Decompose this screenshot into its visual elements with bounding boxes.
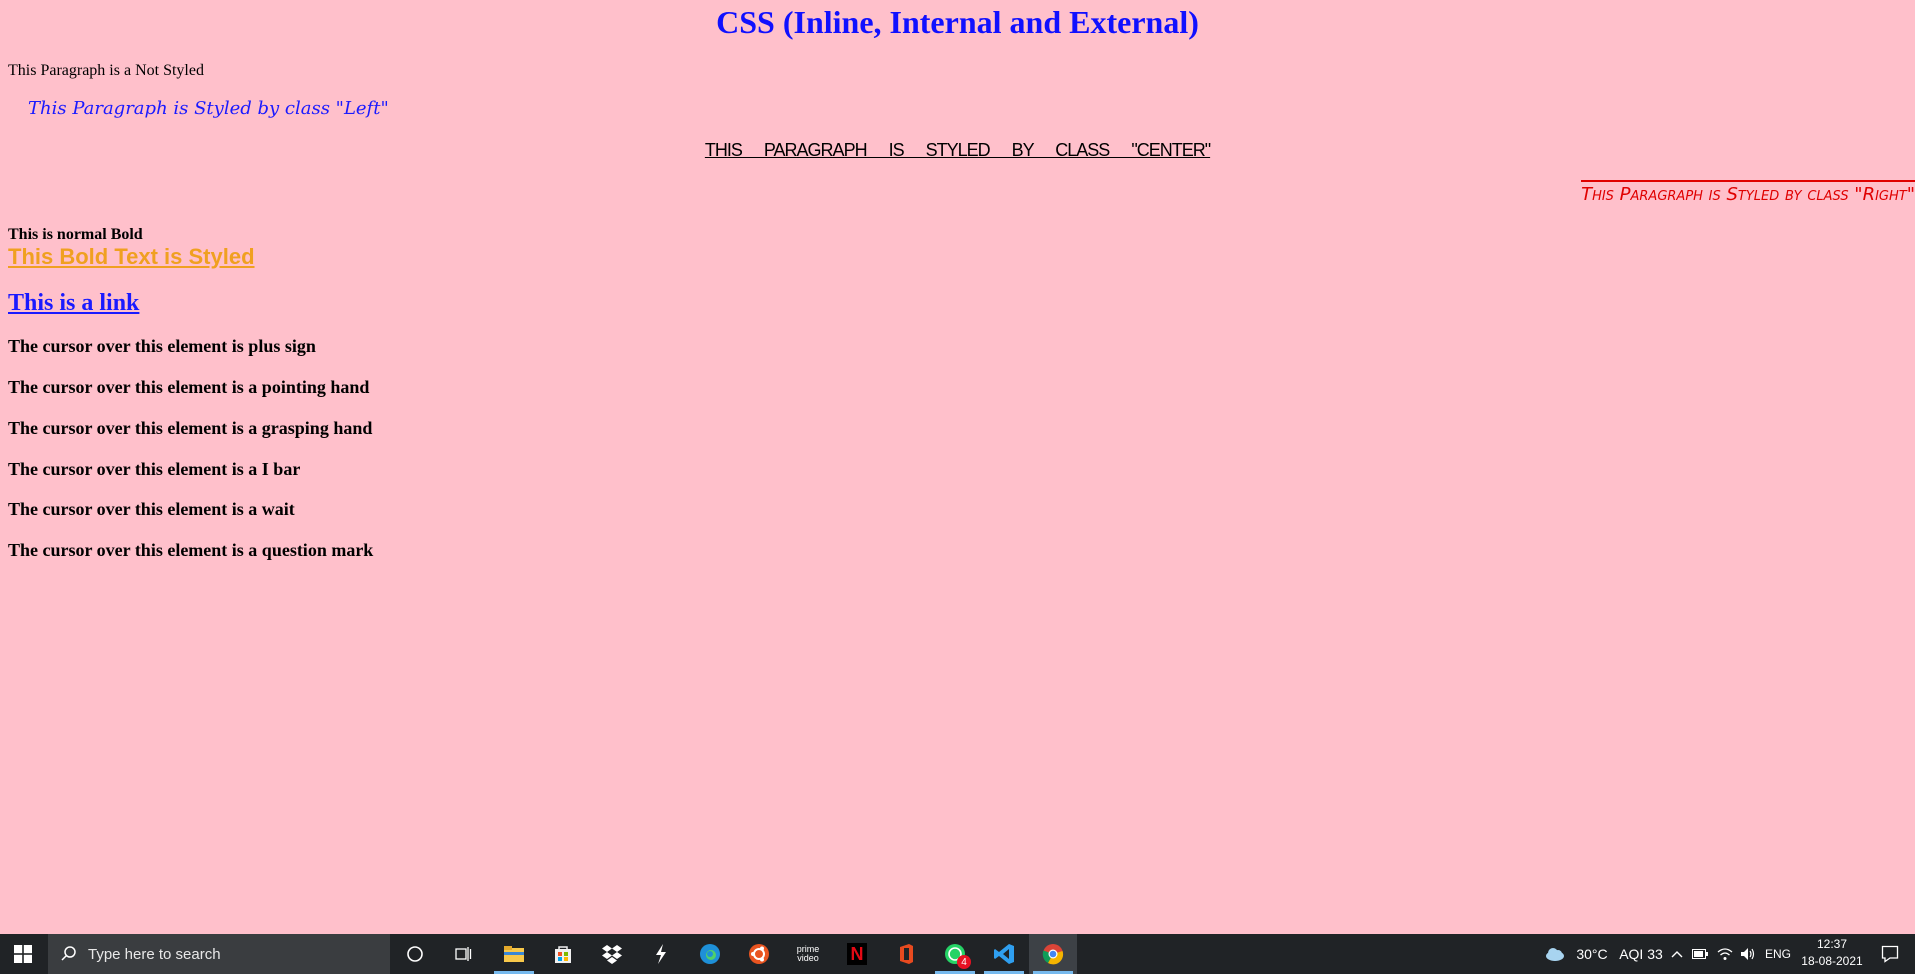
ubuntu-icon [749, 944, 769, 964]
cortana-button[interactable] [391, 934, 439, 974]
cursor-help-text[interactable]: The cursor over this element is a questi… [8, 540, 373, 561]
app-s-icon [656, 944, 666, 964]
chrome-button[interactable] [1029, 934, 1077, 974]
search-icon [61, 946, 76, 961]
cursor-ibar-text[interactable]: The cursor over this element is a I bar [8, 459, 300, 480]
file-explorer-button[interactable] [490, 934, 538, 974]
weather-button[interactable] [1540, 934, 1570, 974]
cursor-grab-text[interactable]: The cursor over this element is a graspi… [8, 418, 372, 439]
netflix-label: N [850, 943, 864, 964]
edge-icon [700, 944, 720, 964]
office-icon [900, 944, 913, 964]
language-text: ENG [1764, 947, 1791, 961]
search-placeholder: Type here to search [88, 945, 221, 963]
network-button[interactable] [1715, 934, 1735, 974]
normal-bold-text: This is normal Bold [8, 226, 143, 243]
chevron-up-icon [1671, 951, 1683, 958]
store-icon [555, 946, 571, 963]
vscode-button[interactable] [980, 934, 1028, 974]
task-view-icon [455, 947, 472, 961]
cursor-wait-text[interactable]: The cursor over this element is a wait [8, 499, 295, 520]
show-hidden-icons-button[interactable] [1668, 934, 1686, 974]
cloud-icon [1546, 948, 1564, 961]
cortana-icon [407, 946, 423, 962]
styled-bold-text: This Bold Text is Styled [8, 244, 255, 269]
ubuntu-button[interactable] [735, 934, 783, 974]
clock-date: 18-08-2021 [1801, 954, 1863, 968]
chrome-icon [1042, 944, 1064, 965]
vscode-icon [994, 944, 1014, 964]
prime-video-button[interactable]: prime video [784, 934, 832, 974]
start-button[interactable] [0, 934, 46, 974]
cursor-pointer-text[interactable]: The cursor over this element is a pointi… [8, 377, 369, 398]
paragraph-center: THIS PARAGRAPH IS STYLED BY CLASS "CENTE… [704, 140, 1211, 160]
cursor-plus-text[interactable]: The cursor over this element is plus sig… [8, 336, 316, 357]
aqi-text: AQI 33 [1619, 946, 1663, 962]
clock-time: 12:37 [1816, 937, 1848, 951]
taskbar-search-box[interactable]: Type here to search [48, 934, 390, 974]
dropbox-button[interactable] [588, 934, 636, 974]
clock[interactable]: 12:37 18-08-2021 [1796, 936, 1868, 972]
store-button[interactable] [539, 934, 587, 974]
paragraph-left: This Paragraph is Styled by class "Left" [28, 98, 389, 119]
notification-badge: 4 [957, 955, 971, 969]
battery-icon [1692, 949, 1708, 959]
dropbox-icon [602, 945, 622, 964]
web-page: CSS (Inline, Internal and External) This… [0, 0, 1915, 934]
file-explorer-icon [504, 946, 524, 962]
task-view-button[interactable] [439, 934, 487, 974]
taskbar: Type here to search prime video N 4 30°C… [0, 934, 1915, 974]
action-center-button[interactable] [1870, 934, 1910, 974]
temperature-text: 30°C [1576, 946, 1608, 962]
aqi-indicator[interactable]: AQI 33 [1612, 934, 1670, 974]
wifi-icon [1717, 948, 1733, 960]
battery-button[interactable] [1690, 934, 1710, 974]
paragraph-not-styled: This Paragraph is a Not Styled [8, 62, 204, 79]
office-button[interactable] [882, 934, 930, 974]
whatsapp-button[interactable]: 4 [931, 934, 979, 974]
page-title: CSS (Inline, Internal and External) [716, 4, 1199, 40]
language-button[interactable]: ENG [1762, 934, 1794, 974]
speaker-icon [1741, 948, 1755, 960]
netflix-icon: N [847, 943, 867, 965]
paragraph-right: This Paragraph is Styled by class "Right… [1581, 180, 1915, 205]
weather-temp[interactable]: 30°C [1572, 934, 1612, 974]
windows-logo-icon [14, 945, 32, 963]
page-link[interactable]: This is a link [8, 290, 139, 317]
prime-video-icon: prime video [796, 944, 820, 963]
app-s-button[interactable] [637, 934, 685, 974]
volume-button[interactable] [1738, 934, 1758, 974]
notification-icon [1881, 945, 1899, 963]
edge-button[interactable] [686, 934, 734, 974]
netflix-button[interactable]: N [833, 934, 881, 974]
